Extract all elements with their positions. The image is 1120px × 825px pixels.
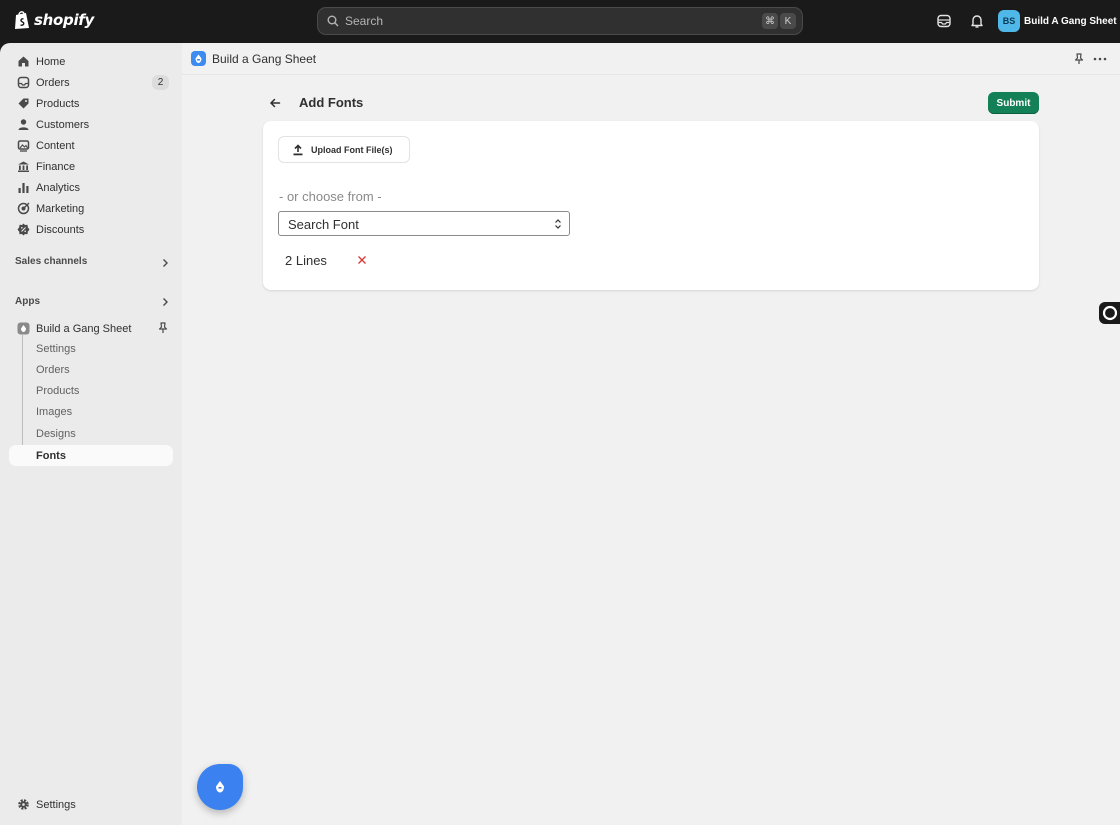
app-icon xyxy=(17,322,30,335)
app-subitem-designs[interactable]: Designs xyxy=(36,428,76,440)
person-icon xyxy=(18,119,29,130)
sidebar-item-customers[interactable]: Customers xyxy=(9,114,173,135)
submit-button[interactable]: Submit xyxy=(988,92,1039,114)
sidebar-item-analytics[interactable]: Analytics xyxy=(9,177,173,198)
app-title: Build a Gang Sheet xyxy=(212,52,317,66)
chevron-right-icon[interactable] xyxy=(160,297,170,307)
sidebar-item-label: Products xyxy=(36,97,80,110)
sidebar-item-label: Customers xyxy=(36,118,90,131)
app-launcher-button[interactable] xyxy=(197,764,243,810)
apps-heading[interactable]: Apps xyxy=(15,296,40,307)
inbox-stack-icon[interactable] xyxy=(936,13,952,29)
back-button[interactable] xyxy=(263,91,287,115)
search-bar[interactable]: Search ⌘ K xyxy=(317,7,803,35)
page-header: Add Fonts Submit xyxy=(263,90,1039,116)
upload-font-button[interactable]: Upload Font File(s) xyxy=(278,136,410,163)
pin-icon[interactable] xyxy=(1073,53,1085,65)
bell-icon[interactable] xyxy=(969,13,985,29)
search-icon xyxy=(327,15,339,27)
add-fonts-card: Upload Font File(s) - or choose from - S… xyxy=(263,121,1039,290)
page-title: Add Fonts xyxy=(299,95,364,110)
target-icon xyxy=(17,202,30,215)
more-horizontal-icon[interactable] xyxy=(1093,53,1107,65)
pin-icon[interactable] xyxy=(157,322,169,334)
search-placeholder: Search xyxy=(345,14,384,28)
tag-icon xyxy=(18,98,29,109)
sales-channels-heading[interactable]: Sales channels xyxy=(15,256,87,267)
sidebar-item-home[interactable]: Home xyxy=(9,51,173,72)
upload-icon xyxy=(293,144,303,156)
main-content: Build a Gang Sheet Add Fonts Submit Uplo… xyxy=(182,43,1120,825)
side-widget-tab[interactable] xyxy=(1099,302,1120,324)
sidebar-item-app[interactable]: Build a Gang Sheet xyxy=(9,318,173,339)
sidebar-item-marketing[interactable]: Marketing xyxy=(9,198,173,219)
sidebar: Home Orders 2 Products Customers Content… xyxy=(0,43,182,825)
sidebar-item-label: Finance xyxy=(36,160,76,173)
selected-font-name: 2 Lines xyxy=(285,253,327,268)
select-arrows-icon xyxy=(555,219,561,229)
app-subitem-settings[interactable]: Settings xyxy=(36,343,76,355)
app-logo-icon xyxy=(191,51,206,66)
upload-label: Upload Font File(s) xyxy=(311,145,393,155)
store-menu-button[interactable]: BS Build A Gang Sheet xyxy=(998,10,1117,32)
store-name: Build A Gang Sheet xyxy=(1024,15,1117,27)
sidebar-item-discounts[interactable]: Discounts xyxy=(9,219,173,240)
discount-icon xyxy=(17,223,30,236)
sidebar-item-label: Build a Gang Sheet xyxy=(36,322,132,335)
sidebar-item-label: Orders xyxy=(36,76,70,89)
bank-icon xyxy=(18,161,29,172)
orders-count-badge: 2 xyxy=(152,75,169,90)
droplet-icon xyxy=(216,781,224,793)
app-title-bar: Build a Gang Sheet xyxy=(182,43,1120,75)
bar-chart-icon xyxy=(18,183,29,193)
circle-icon xyxy=(1102,305,1117,321)
sidebar-item-orders[interactable]: Orders 2 xyxy=(9,72,173,93)
arrow-left-icon xyxy=(269,98,281,108)
home-icon xyxy=(18,56,29,67)
sidebar-item-label: Home xyxy=(36,55,66,68)
logo-text: shopify xyxy=(34,11,94,29)
sidebar-item-label: Marketing xyxy=(36,202,85,215)
chevron-right-icon[interactable] xyxy=(160,258,170,268)
sidebar-item-settings[interactable]: Settings xyxy=(9,794,173,815)
shopify-logo[interactable]: shopify xyxy=(14,10,94,30)
sidebar-item-label: Fonts xyxy=(36,449,66,462)
selected-font-row: 2 Lines xyxy=(285,252,385,268)
app-subitem-images[interactable]: Images xyxy=(36,406,72,418)
sidebar-item-products[interactable]: Products xyxy=(9,93,173,114)
close-icon xyxy=(357,255,366,264)
shopify-bag-icon xyxy=(15,11,29,29)
inbox-icon xyxy=(17,76,30,89)
top-bar: shopify Search ⌘ K BS Build A Gang Sheet xyxy=(0,0,1120,43)
image-icon xyxy=(17,140,30,152)
sidebar-item-label: Content xyxy=(36,139,75,152)
sidebar-item-finance[interactable]: Finance xyxy=(9,156,173,177)
app-subitem-fonts[interactable]: Fonts xyxy=(9,445,173,466)
font-select-value: Search Font xyxy=(288,217,359,232)
or-choose-text: - or choose from - xyxy=(279,189,382,204)
sidebar-item-content[interactable]: Content xyxy=(9,135,173,156)
app-subitem-orders[interactable]: Orders xyxy=(36,364,70,376)
store-avatar: BS xyxy=(998,10,1020,32)
sidebar-item-label: Settings xyxy=(36,798,76,811)
remove-font-button[interactable] xyxy=(355,253,368,266)
sidebar-item-label: Discounts xyxy=(36,223,85,236)
sidebar-item-label: Analytics xyxy=(36,181,81,194)
shortcut-k-key: K xyxy=(780,13,796,29)
tree-line xyxy=(22,335,23,451)
font-select[interactable]: Search Font xyxy=(278,211,570,236)
gear-icon xyxy=(18,799,29,810)
shortcut-cmd-key: ⌘ xyxy=(762,13,778,29)
app-subitem-products[interactable]: Products xyxy=(36,385,79,397)
